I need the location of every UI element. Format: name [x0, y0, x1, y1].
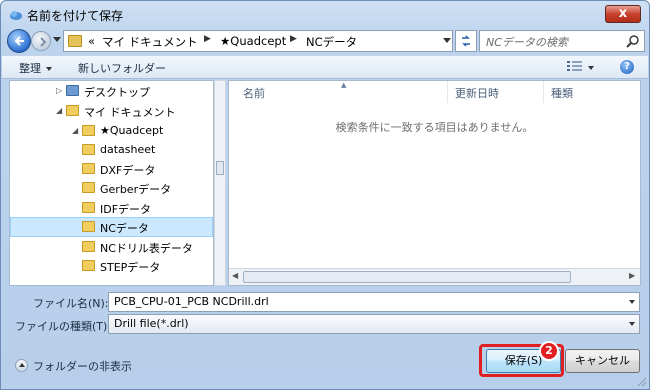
sort-arrow-icon: ▲ [341, 81, 347, 89]
desktop-icon [66, 85, 79, 96]
scroll-right-icon[interactable]: ▶ [629, 271, 635, 280]
scrollbar-thumb[interactable] [243, 271, 571, 283]
chevron-up-icon [15, 359, 28, 372]
filename-value: PCB_CPU-01_PCB NCDrill.drl [114, 295, 269, 308]
title-bar: 名前を付けて保存 x [1, 1, 649, 29]
close-button[interactable]: x [605, 5, 641, 23]
tree-label: STEPデータ [100, 261, 161, 274]
folder-icon [82, 202, 95, 213]
tree-label: マイ ドキュメント [84, 106, 176, 119]
tree-item-datasheet[interactable]: datasheet [10, 140, 210, 160]
view-dropdown[interactable] [588, 66, 594, 70]
view-list-icon [567, 61, 582, 71]
file-list[interactable]: ▲ 名前 更新日時 種類 検索条件に一致する項目はありません。 ◀ ▶ [228, 80, 641, 286]
empty-message: 検索条件に一致する項目はありません。 [335, 121, 534, 134]
new-folder-button[interactable]: 新しいフォルダー [78, 60, 166, 76]
column-header-type[interactable]: 種類 [551, 85, 573, 101]
tree-item-idf[interactable]: IDFデータ [10, 198, 210, 218]
expand-arrow-icon[interactable]: ▷ [56, 86, 62, 95]
folder-icon [66, 105, 79, 116]
collapse-arrow-icon[interactable]: ◢ [72, 126, 78, 135]
address-segment-quadcept[interactable]: ★Quadcept [220, 34, 286, 48]
tree-item-gerber[interactable]: Gerberデータ [10, 178, 210, 198]
folder-icon [82, 260, 95, 271]
tree-item-desktop[interactable]: ▷ デスクトップ [10, 81, 210, 101]
folder-icon [82, 241, 95, 252]
folder-icon [68, 35, 82, 47]
folder-icon [82, 182, 95, 193]
folder-icon [82, 163, 95, 174]
refresh-icon [462, 35, 470, 47]
search-icon[interactable] [626, 34, 640, 48]
toolbar: 整理 新しいフォルダー ? [2, 55, 648, 79]
navigation-scrollbar[interactable] [214, 80, 226, 286]
address-bar[interactable]: « マイ ドキュメント ▶ ★Quadcept ▶ NCデータ [63, 30, 453, 52]
back-button[interactable] [7, 29, 31, 53]
tree-label: ★Quadcept [100, 124, 164, 137]
column-header-modified[interactable]: 更新日時 [455, 85, 499, 101]
help-button[interactable]: ? [620, 60, 634, 74]
address-segment-ncdata[interactable]: NCデータ [306, 34, 357, 50]
chevron-down-icon[interactable] [629, 300, 635, 304]
app-icon [9, 8, 23, 22]
forward-arrow-icon [40, 37, 47, 47]
organize-label: 整理 [19, 62, 41, 75]
tree-item-dxf[interactable]: DXFデータ [10, 159, 210, 179]
forward-button[interactable] [31, 31, 51, 51]
tree-label: IDFデータ [100, 203, 152, 216]
organize-button[interactable]: 整理 [19, 60, 52, 76]
address-dropdown[interactable] [443, 38, 451, 43]
hide-folders-label: フォルダーの非表示 [33, 360, 132, 373]
tree-label: NCドリル表データ [100, 242, 193, 255]
resize-grip-icon[interactable] [637, 377, 647, 387]
column-divider[interactable] [543, 81, 544, 103]
search-input[interactable]: NCデータの検索 [486, 34, 568, 50]
tree-label: datasheet [100, 143, 156, 156]
cancel-button[interactable]: キャンセル [565, 349, 640, 373]
filetype-value: Drill file(*.drl) [114, 317, 189, 330]
tree-label: DXFデータ [100, 164, 156, 177]
tree-label: NCデータ [100, 222, 149, 235]
tree-item-step[interactable]: STEPデータ [10, 256, 210, 276]
refresh-button[interactable] [455, 30, 477, 52]
step-number-badge: 2 [539, 341, 559, 361]
scroll-left-icon[interactable]: ◀ [232, 271, 238, 280]
tree-item-nc-drill-table[interactable]: NCドリル表データ [10, 237, 210, 257]
address-segment-documents[interactable]: マイ ドキュメント [102, 34, 198, 50]
column-divider[interactable] [447, 81, 448, 103]
filetype-label: ファイルの種類(T): [15, 320, 112, 333]
search-box[interactable]: NCデータの検索 [479, 30, 645, 52]
chevron-right-icon[interactable]: ▶ [204, 34, 211, 44]
view-options-button[interactable] [567, 60, 583, 75]
navigation-row: « マイ ドキュメント ▶ ★Quadcept ▶ NCデータ NCデータの検索 [7, 29, 645, 53]
tree-label: Gerberデータ [100, 183, 172, 196]
folder-icon [82, 125, 95, 136]
tree-item-my-documents[interactable]: ◢ マイ ドキュメント [10, 101, 210, 121]
filename-label: ファイル名(N): [33, 297, 109, 310]
folder-icon [82, 221, 95, 232]
filetype-select[interactable]: Drill file(*.drl) [108, 314, 640, 334]
folder-icon [82, 144, 95, 155]
window-title: 名前を付けて保存 [27, 9, 124, 23]
tree-label: デスクトップ [84, 86, 150, 99]
chevron-right-icon[interactable]: ▶ [290, 34, 297, 44]
filename-field[interactable]: PCB_CPU-01_PCB NCDrill.drl [108, 292, 640, 312]
scrollbar-thumb[interactable] [216, 161, 224, 175]
tree-item-quadcept[interactable]: ◢ ★Quadcept [10, 121, 210, 141]
collapse-arrow-icon[interactable]: ◢ [56, 106, 62, 115]
navigation-pane[interactable]: ▷ デスクトップ ◢ マイ ドキュメント ◢ ★Quadcept datashe… [9, 80, 214, 286]
chevron-down-icon [46, 67, 52, 71]
chevron-down-icon[interactable] [629, 322, 635, 326]
back-arrow-icon [14, 36, 24, 46]
address-overflow[interactable]: « [88, 34, 95, 48]
horizontal-scrollbar[interactable]: ◀ ▶ [229, 268, 640, 285]
column-header-name[interactable]: 名前 [243, 85, 265, 101]
save-as-dialog: 名前を付けて保存 x « マイ ドキュメント ▶ ★Quadcept ▶ NCデ… [0, 0, 650, 390]
tree-item-nc-data[interactable]: NCデータ [10, 217, 213, 237]
recent-pages-dropdown[interactable] [53, 37, 61, 42]
